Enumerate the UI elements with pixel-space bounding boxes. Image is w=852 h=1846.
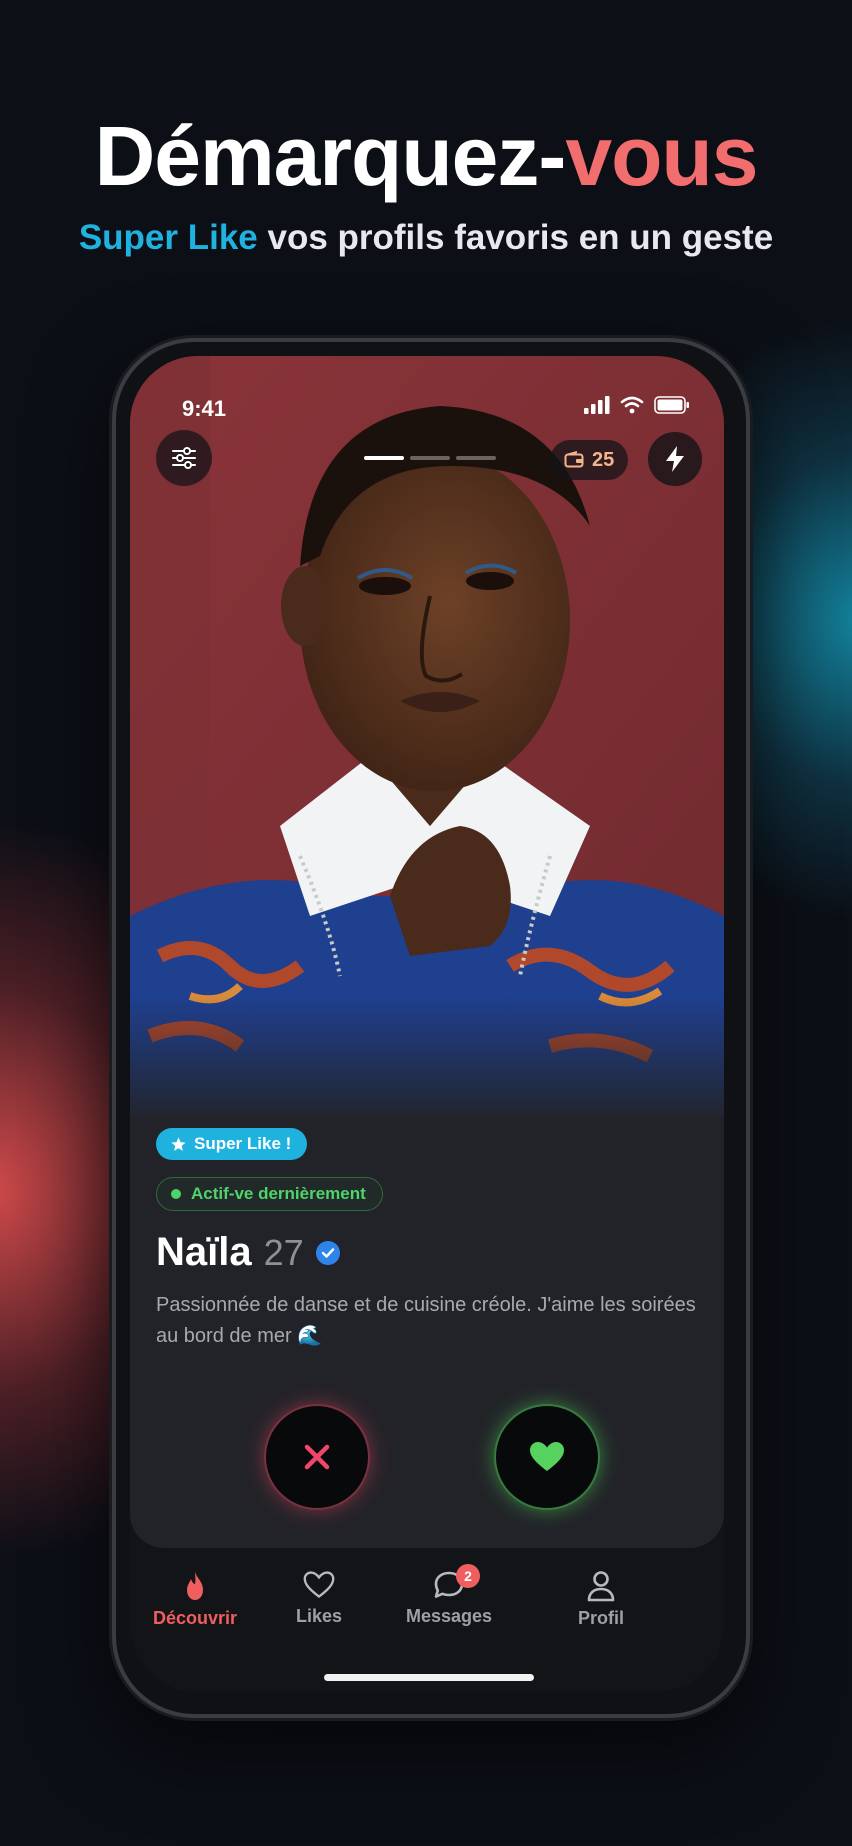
messages-badge: 2 [456, 1564, 480, 1588]
star-icon [171, 1136, 186, 1151]
wifi-icon [620, 396, 644, 414]
tab-discover[interactable]: Découvrir [130, 1570, 260, 1629]
tab-discover-label: Découvrir [152, 1608, 238, 1628]
heart-outline-icon [303, 1571, 335, 1599]
profile-name-row: Naïla 27 [156, 1230, 340, 1275]
profile-card[interactable]: 25 Super Like ! Actif-ve dernièrement Na… [130, 356, 724, 1548]
photo-progress [364, 456, 496, 460]
boost-button[interactable] [648, 432, 702, 486]
profile-bio: Passionnée de danse et de cuisine créole… [156, 1294, 696, 1347]
super-like-label: Super Like ! [194, 1134, 292, 1153]
tab-likes-label: Likes [295, 1606, 343, 1626]
headline-part2: vous [565, 109, 758, 203]
activity-label: Actif-ve dernièrement [191, 1184, 366, 1203]
headline-part1: Démarquez- [94, 109, 567, 203]
subline-accent: Super Like [78, 218, 258, 257]
signal-icon [584, 396, 610, 414]
progress-segment-active [364, 456, 404, 460]
lightning-icon [666, 446, 684, 472]
tab-profile-label: Profil [577, 1608, 624, 1628]
nope-button[interactable] [266, 1406, 368, 1508]
like-button[interactable] [496, 1406, 598, 1508]
person-icon [587, 1571, 615, 1602]
active-dot-icon [171, 1189, 181, 1199]
subline: Super Like vos profils favoris en un ges… [0, 218, 852, 258]
subline-rest: vos profils favoris en un geste [257, 218, 774, 257]
progress-segment [456, 456, 496, 460]
status-time: 9:41 [182, 396, 227, 421]
super-like-badge: Super Like ! [156, 1128, 308, 1160]
sliders-icon [172, 447, 196, 469]
filter-button[interactable] [156, 430, 212, 486]
phone-screen: 25 Super Like ! Actif-ve dernièrement Na… [130, 356, 724, 1692]
verified-icon [315, 1240, 340, 1265]
tab-messages[interactable]: 2 Messages [384, 1564, 514, 1627]
credits-count: 25 [592, 448, 615, 471]
home-indicator[interactable] [324, 1674, 534, 1681]
photo-gradient [130, 996, 724, 1126]
wallet-icon [564, 451, 584, 468]
progress-segment [410, 456, 450, 460]
tab-likes[interactable]: Likes [254, 1570, 384, 1627]
profile-age: 27 [263, 1231, 304, 1273]
tab-messages-label: Messages [405, 1606, 493, 1626]
activity-badge: Actif-ve dernièrement [156, 1177, 383, 1211]
flame-icon [187, 1571, 203, 1600]
phone-frame: 25 Super Like ! Actif-ve dernièrement Na… [112, 338, 750, 1718]
tab-profile[interactable]: Profil [536, 1570, 666, 1629]
profile-name: Naïla [156, 1230, 252, 1274]
status-icons [584, 396, 690, 414]
heart-icon [530, 1442, 564, 1471]
tab-bar: Découvrir Likes 2 Messages Profil [130, 1552, 724, 1652]
battery-icon [654, 396, 689, 414]
headline: Démarquez-vous [0, 108, 852, 205]
credits-pill[interactable]: 25 [550, 440, 629, 480]
close-icon [304, 1444, 330, 1470]
